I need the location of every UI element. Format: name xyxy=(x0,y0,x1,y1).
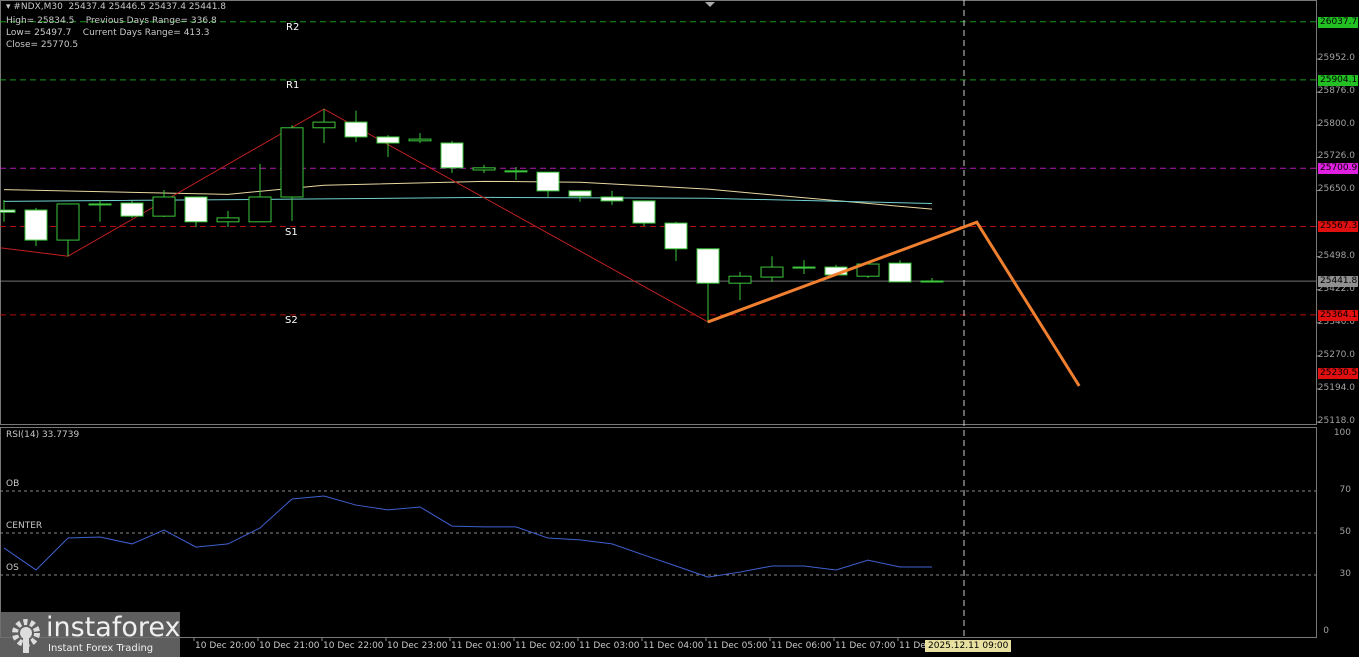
r1-label: R1 xyxy=(286,80,300,91)
bear-candle xyxy=(376,136,400,144)
bear-candle xyxy=(344,121,368,138)
rsi-os-label: OS xyxy=(6,563,19,573)
s1-label: S1 xyxy=(285,227,298,238)
bull-candle xyxy=(472,167,496,171)
forecast-line xyxy=(707,220,1081,387)
symbol-info: ▾ #NDX,M30 25437.4 25446.5 25437.4 25441… xyxy=(6,2,227,12)
bull-candle xyxy=(920,280,944,283)
previous-range: Previous Days Range= 336.8 xyxy=(85,16,217,26)
price-axis-label: 25194.0 xyxy=(1317,382,1355,393)
rsi-title: RSI(14) 33.7739 xyxy=(6,430,80,440)
bull-candle xyxy=(728,275,752,284)
price-axis-label: 25800.0 xyxy=(1317,119,1355,130)
bear-candle xyxy=(120,202,144,217)
rsi-axis-label: 30 xyxy=(1339,569,1351,579)
time-axis-label: 11 Dec 06:00 xyxy=(771,641,832,651)
bull-candle xyxy=(312,121,336,129)
price-axis-label: 25876.0 xyxy=(1317,86,1355,97)
bull-candle xyxy=(792,266,816,269)
low-line: Low= 25497.7 Current Days Range= 413.3 xyxy=(6,28,209,38)
price-tag-s1: 25567.3 xyxy=(1318,221,1358,233)
s2-label: S2 xyxy=(285,315,298,326)
bear-candle xyxy=(696,248,720,284)
high-value: High= 25834.5 xyxy=(6,16,75,26)
rsi-axis-label: 70 xyxy=(1339,485,1351,495)
time-axis-label: 10 Dec 20:00 xyxy=(195,641,256,651)
price-axis-label: 25726.0 xyxy=(1317,151,1355,162)
time-axis-label: 11 Dec 02:00 xyxy=(515,641,576,651)
bear-candle xyxy=(88,203,112,206)
r2-label: R2 xyxy=(286,22,300,33)
bear-candle xyxy=(184,196,208,223)
price-tag-p: 25700.9 xyxy=(1318,163,1358,175)
price-tag-current: 25441.8 xyxy=(1318,276,1358,288)
high-line: High= 25834.5 Previous Days Range= 336.8 xyxy=(6,16,306,26)
bull-candle xyxy=(408,138,432,142)
bear-candle xyxy=(664,222,688,250)
bear-candle xyxy=(600,196,624,202)
price-chart[interactable] xyxy=(0,0,1359,657)
price-tag-r1: 25904.1 xyxy=(1318,74,1358,86)
time-axis-label: 11 Dec 03:00 xyxy=(579,641,640,651)
bear-candle xyxy=(632,200,656,224)
bear-candle xyxy=(24,209,48,241)
bear-candle xyxy=(440,142,464,169)
gear-logo-icon xyxy=(12,619,40,653)
bull-candle xyxy=(56,203,80,241)
price-axis-label: 25952.0 xyxy=(1317,53,1355,63)
time-axis-label: 11 Dec 07:00 xyxy=(835,641,896,651)
price-axis-label: 25270.0 xyxy=(1317,349,1355,360)
price-tag-r2: 26037.7 xyxy=(1318,16,1358,28)
bear-candle xyxy=(536,171,560,192)
instaforex-logo: instaforex Instant Forex Trading xyxy=(0,612,180,657)
bull-candle xyxy=(216,217,240,223)
price-tag-s2: 25364.1 xyxy=(1318,309,1358,321)
current-range: Current Days Range= 413.3 xyxy=(82,28,210,38)
time-axis-label: 10 Dec 21:00 xyxy=(259,641,320,651)
rsi-panel-frame xyxy=(0,427,1317,638)
rsi-axis-label: 0 xyxy=(1323,626,1329,636)
bull-candle xyxy=(504,170,528,173)
bull-candle xyxy=(152,196,176,217)
ohlc-readout: #NDX,M30 25437.4 25446.5 25437.4 25441.8 xyxy=(13,2,227,12)
cursor-time-label: 2025.12.11 09:00 xyxy=(925,640,1012,652)
time-axis-label: 11 Dec 04:00 xyxy=(643,641,704,651)
low-value: Low= 25497.7 xyxy=(6,28,72,38)
zigzag-line xyxy=(0,108,709,323)
time-axis-label: 11 Dec 01:00 xyxy=(451,641,512,651)
bull-candle xyxy=(760,266,784,278)
time-axis-label: 10 Dec 23:00 xyxy=(387,641,448,651)
bear-candle xyxy=(0,209,16,213)
time-axis-label: 11 Dec 05:00 xyxy=(707,641,768,651)
rsi-center-label: CENTER xyxy=(6,521,43,531)
bull-candle xyxy=(248,196,272,223)
time-axis-label: 11 De xyxy=(899,641,926,651)
logo-name: instaforex xyxy=(46,612,181,643)
bull-candle xyxy=(280,127,304,198)
scroll-marker-icon xyxy=(705,2,715,7)
bear-candle xyxy=(888,262,912,283)
rsi-line xyxy=(3,495,932,578)
rsi-axis-label: 50 xyxy=(1339,527,1351,537)
rsi-ob-label: OB xyxy=(6,479,20,489)
price-axis-label: 25650.0 xyxy=(1317,184,1355,195)
time-axis-label: 10 Dec 22:00 xyxy=(323,641,384,651)
bear-candle xyxy=(568,190,592,197)
rsi-axis-label: 100 xyxy=(1333,428,1351,438)
price-tag-target: 25230.5 xyxy=(1318,368,1358,380)
price-axis-label: 25498.0 xyxy=(1317,250,1355,261)
logo-tagline: Instant Forex Trading xyxy=(48,643,154,654)
close-value: Close= 25770.5 xyxy=(6,40,79,50)
price-axis-label: 25118.0 xyxy=(1317,416,1355,427)
